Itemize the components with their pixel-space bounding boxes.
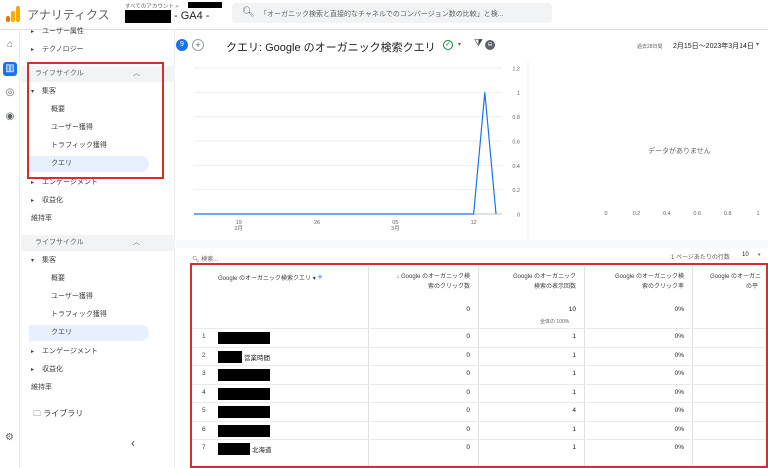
- x-tick-label: 1: [756, 211, 759, 217]
- collapse-nav-chevron-icon[interactable]: ‹: [131, 436, 135, 450]
- nav-item-library[interactable]: 🗀︎ ライブラリ: [33, 408, 83, 422]
- nav-item-monetization[interactable]: ▸ 収益化: [21, 193, 175, 209]
- nav-item-monetization-2[interactable]: ▸ 収益化: [21, 362, 175, 378]
- expand-arrow-icon: ▸: [31, 47, 35, 53]
- collapse-arrow-icon: ▾: [31, 258, 35, 264]
- series-line: [194, 92, 497, 215]
- y-tick-label: 0.4: [512, 164, 520, 170]
- x-tick-label: 0: [604, 211, 607, 217]
- redacted-account: [188, 2, 222, 8]
- nav-item-acquisition-2[interactable]: ▾ 集客: [21, 253, 175, 269]
- date-range-picker[interactable]: 2月15日～2023年3月14日: [673, 41, 754, 51]
- redacted-property: [125, 10, 171, 23]
- left-rail: ⌂ ▥ ◎ ◉: [0, 30, 20, 468]
- x-tick-month: 3月: [391, 225, 400, 232]
- y-tick-label: 0: [517, 213, 520, 219]
- report-title: クエリ: Google のオーガニック検索クエリ: [226, 42, 436, 54]
- x-tick-label: 0.2: [633, 211, 641, 217]
- reports-icon[interactable]: ▥: [3, 62, 17, 76]
- verified-check-icon[interactable]: ✓: [443, 40, 453, 50]
- search-placeholder: 「オーガニック検索と直接的なチャネルでのコンバージョン数の比較」と検...: [260, 11, 504, 18]
- explore-icon[interactable]: ◎: [3, 86, 17, 100]
- no-data-message: データがありません: [648, 148, 711, 155]
- highlight-box-table: [190, 263, 768, 468]
- insights-badge[interactable]: 9: [176, 39, 188, 51]
- expand-arrow-icon: ▸: [31, 349, 35, 355]
- nav-item-demographics[interactable]: ▸ ユーザー属性: [21, 24, 175, 40]
- x-tick-label: 26: [314, 220, 320, 226]
- folder-icon: 🗀︎: [33, 409, 41, 418]
- compare-icon[interactable]: ⊖: [485, 40, 495, 50]
- highlight-box-nav: [27, 62, 164, 179]
- expand-arrow-icon: ▸: [31, 198, 35, 204]
- nav-section-lifecycle-2[interactable]: ライフサイクル ︿: [21, 235, 175, 251]
- expand-arrow-icon: ▸: [31, 29, 35, 35]
- y-tick-label: 1.2: [512, 67, 520, 73]
- title-dropdown-icon[interactable]: ▾: [458, 41, 461, 48]
- home-icon[interactable]: ⌂: [3, 38, 17, 52]
- nav-item-query-2[interactable]: クエリ: [21, 325, 175, 341]
- rows-per-page-dropdown-icon[interactable]: ▾: [758, 252, 761, 258]
- nav-item-retention-2[interactable]: 維持率: [21, 380, 175, 396]
- analytics-logo-icon[interactable]: [6, 6, 22, 22]
- settings-gear-icon[interactable]: ⚙: [5, 432, 14, 443]
- nav-item-overview-2[interactable]: 概要: [21, 271, 175, 287]
- rows-per-page-label: 1 ページあたりの行数: [671, 255, 730, 261]
- x-tick-month: 2月: [234, 225, 243, 232]
- table-search[interactable]: 🔍︎ 検索...: [192, 254, 218, 263]
- date-dropdown-icon[interactable]: ▾: [756, 41, 759, 48]
- add-comparison-plus-icon[interactable]: +: [192, 39, 204, 51]
- account-breadcrumb[interactable]: すべてのアカウント >: [125, 2, 179, 10]
- x-tick-label: 12: [471, 220, 477, 226]
- selected-highlight: [29, 325, 149, 341]
- nav-item-user-acquisition-2[interactable]: ユーザー獲得: [21, 289, 175, 305]
- nav-item-engagement-2[interactable]: ▸ エンゲージメント: [21, 344, 175, 360]
- search-icon: 🔍︎: [242, 7, 255, 18]
- line-chart: 00.20.40.60.811.2192月26 053月12: [194, 67, 520, 232]
- nav-item-retention[interactable]: 維持率: [21, 211, 175, 227]
- property-selector[interactable]: - GA4 -: [174, 10, 209, 22]
- date-period-label: 過去28日間: [637, 44, 663, 50]
- nav-item-technology[interactable]: ▸ テクノロジー: [21, 42, 175, 58]
- y-tick-label: 1: [517, 91, 520, 97]
- y-tick-label: 0.2: [512, 188, 520, 194]
- x-tick-label: 0.4: [663, 211, 671, 217]
- expand-arrow-icon: ▸: [31, 367, 35, 373]
- rows-per-page-select[interactable]: 10: [742, 252, 749, 258]
- y-tick-label: 0.8: [512, 115, 520, 121]
- app-title: アナリティクス: [27, 8, 110, 22]
- advertising-icon[interactable]: ◉: [3, 110, 17, 124]
- filter-icon[interactable]: ⧩: [474, 38, 483, 49]
- chevron-up-icon: ︿: [133, 239, 140, 246]
- search-bar[interactable]: 🔍︎ 「オーガニック検索と直接的なチャネルでのコンバージョン数の比較」と検...: [232, 3, 552, 23]
- x-tick-label: 0.8: [724, 211, 732, 217]
- x-tick-label: 0.6: [693, 211, 701, 217]
- nav-item-traffic-acquisition-2[interactable]: トラフィック獲得: [21, 307, 175, 323]
- y-tick-label: 0.6: [512, 140, 520, 146]
